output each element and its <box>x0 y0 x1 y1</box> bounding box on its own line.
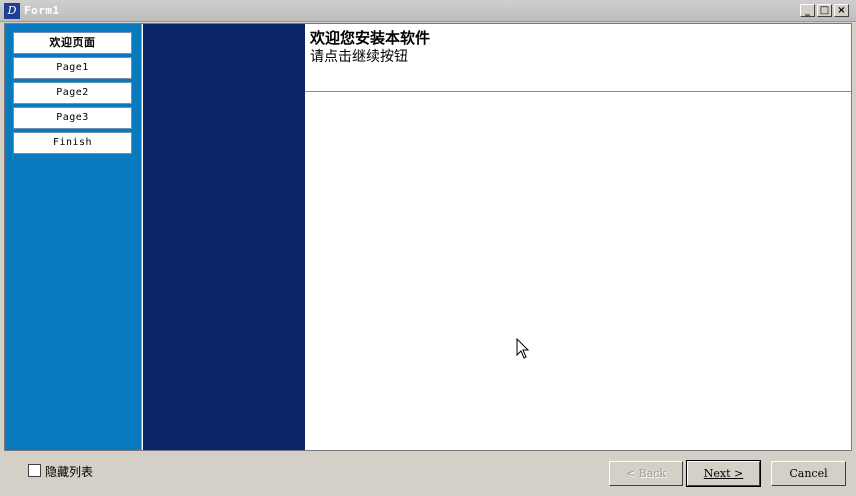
hide-list-label: 隐藏列表 <box>45 465 94 479</box>
page-list-item-page1[interactable]: Page1 <box>13 57 132 79</box>
next-button[interactable]: Next > <box>686 460 761 487</box>
cancel-button-label: Cancel <box>789 467 828 480</box>
back-button[interactable]: < Back <box>609 461 683 486</box>
page-list: 欢迎页面 Page1 Page2 Page3 Finish <box>13 32 132 157</box>
page-list-item-page2[interactable]: Page2 <box>13 82 132 104</box>
minimize-button[interactable]: _ <box>800 4 815 17</box>
title-bar[interactable]: D Form1 _ □ × <box>0 0 856 22</box>
page-list-item-page3[interactable]: Page3 <box>13 107 132 129</box>
page-list-item-welcome[interactable]: 欢迎页面 <box>13 32 132 54</box>
page-subheading: 请点击继续按钮 <box>310 49 408 65</box>
next-button-label: Next > <box>703 467 744 480</box>
header-divider <box>305 91 851 92</box>
wizard-frame: 欢迎页面 Page1 Page2 Page3 Finish 欢迎您安装本软件 请… <box>4 23 852 451</box>
window-title: Form1 <box>24 4 60 17</box>
page-heading: 欢迎您安装本软件 <box>310 29 431 47</box>
page-list-item-finish[interactable]: Finish <box>13 132 132 154</box>
sidebar: 欢迎页面 Page1 Page2 Page3 Finish <box>5 24 142 450</box>
maximize-button[interactable]: □ <box>817 4 832 17</box>
cancel-button[interactable]: Cancel <box>771 461 846 486</box>
hide-list-checkbox[interactable] <box>28 464 41 477</box>
close-button[interactable]: × <box>834 4 849 17</box>
mouse-pointer-icon <box>516 338 530 359</box>
back-button-label: < Back <box>625 467 667 480</box>
app-icon[interactable]: D <box>4 3 20 19</box>
side-banner <box>143 24 305 450</box>
content-panel: 欢迎您安装本软件 请点击继续按钮 <box>305 24 851 450</box>
